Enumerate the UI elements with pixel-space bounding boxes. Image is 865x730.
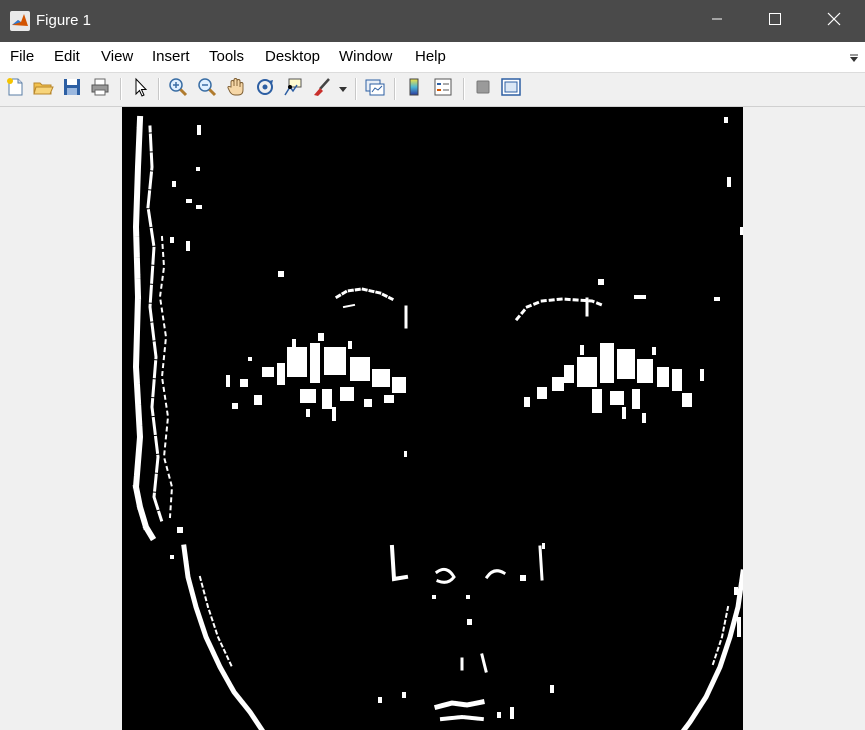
hide-plot-tools-icon [473, 77, 493, 102]
menu-bar: File Edit View Insert Tools Desktop Wind… [0, 42, 865, 73]
brush-button[interactable] [310, 77, 334, 101]
menu-file[interactable]: File [10, 48, 34, 65]
menu-insert[interactable]: Insert [152, 48, 190, 65]
maximize-button[interactable] [746, 0, 804, 42]
pan-hand-icon [226, 77, 246, 102]
data-cursor-icon [283, 77, 303, 102]
edit-plot-arrow-icon [130, 77, 150, 102]
close-icon [827, 12, 841, 31]
chevron-down-icon [339, 80, 347, 98]
save-button[interactable] [60, 77, 84, 101]
show-plot-tools-icon [500, 77, 522, 102]
print-button[interactable] [88, 77, 112, 101]
menu-edit[interactable]: Edit [54, 48, 80, 65]
open-file-icon [32, 77, 54, 102]
colorbar-button[interactable] [402, 77, 426, 101]
toolbar-separator [355, 78, 357, 100]
new-figure-icon [5, 77, 25, 102]
brush-dropdown-button[interactable] [336, 77, 350, 101]
rotate-3d-icon [255, 77, 275, 102]
rotate-3d-button[interactable] [253, 77, 277, 101]
toolbar-separator [158, 78, 160, 100]
menu-tools[interactable]: Tools [209, 48, 244, 65]
zoom-in-icon [168, 77, 188, 102]
edit-plot-button[interactable] [128, 77, 152, 101]
link-plot-icon [364, 77, 386, 102]
menu-window[interactable]: Window [339, 48, 392, 65]
toolbar-separator [120, 78, 122, 100]
figure-canvas [0, 107, 865, 730]
new-figure-button[interactable] [3, 77, 27, 101]
zoom-out-icon [197, 77, 217, 102]
minimize-button[interactable] [688, 0, 746, 42]
matlab-logo-icon [10, 11, 30, 31]
menu-view[interactable]: View [101, 48, 133, 65]
legend-button[interactable] [431, 77, 455, 101]
zoom-in-button[interactable] [166, 77, 190, 101]
print-icon [90, 77, 110, 102]
figure-toolbar [0, 73, 865, 107]
maximize-icon [769, 12, 781, 30]
window-titlebar: Figure 1 [0, 0, 865, 42]
dock-arrow-icon[interactable] [849, 51, 859, 69]
save-icon [62, 77, 82, 102]
close-button[interactable] [805, 0, 863, 42]
open-file-button[interactable] [31, 77, 55, 101]
toolbar-separator [394, 78, 396, 100]
window-title: Figure 1 [36, 12, 92, 29]
show-plot-tools-button[interactable] [499, 77, 523, 101]
minimize-icon [711, 12, 723, 30]
menu-desktop[interactable]: Desktop [265, 48, 320, 65]
zoom-out-button[interactable] [195, 77, 219, 101]
link-plot-button[interactable] [363, 77, 387, 101]
menu-help[interactable]: Help [415, 48, 446, 65]
pan-button[interactable] [224, 77, 248, 101]
edge-image-graphic [122, 107, 743, 730]
data-cursor-button[interactable] [281, 77, 305, 101]
colorbar-icon [404, 77, 424, 102]
edge-detection-image[interactable] [122, 107, 743, 730]
toolbar-separator [463, 78, 465, 100]
legend-icon [433, 77, 453, 102]
hide-plot-tools-button[interactable] [471, 77, 495, 101]
brush-icon [312, 77, 332, 102]
